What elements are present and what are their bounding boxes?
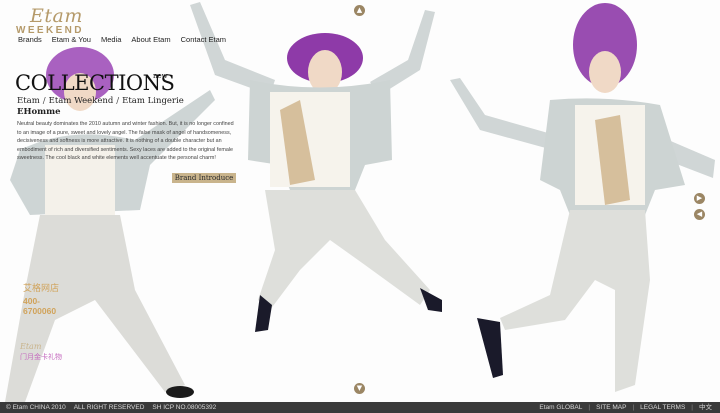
collection-sub-heading[interactable]: EHomme [17, 107, 61, 117]
nav-etam-and-you[interactable]: Etam & You [52, 35, 91, 44]
model-photo-center [180, 0, 450, 340]
footer-link-site-map[interactable]: SITE MAP [596, 402, 626, 413]
nav-about-etam[interactable]: About Etam [131, 35, 170, 44]
footer-link-legal-terms[interactable]: LEGAL TERMS [640, 402, 685, 413]
footer-rights: ALL RIGHT RESERVED [73, 404, 145, 411]
footer-link-etam-global[interactable]: Etam GLOBAL [539, 402, 582, 413]
campaign-stage: Etam WEEKEND Brands Etam & You Media Abo… [0, 0, 720, 402]
nav-brands[interactable]: Brands [18, 35, 42, 44]
online-store-phone: 400-6700060 [23, 296, 57, 316]
footer-link-chinese[interactable]: 中文 [699, 402, 712, 413]
prev-arrow-icon[interactable]: ◀ [694, 209, 705, 220]
scroll-up-arrow-icon[interactable]: ▲ [354, 5, 365, 16]
link-separator: / [42, 96, 46, 106]
collection-link-etam-lingerie[interactable]: Etam Lingerie [122, 96, 184, 106]
gift-card-link[interactable]: 门月金卡礼物 [20, 352, 62, 362]
footer-icp: SH ICP NO.08005392 [152, 404, 217, 411]
collections-title: COLLECTIONS [15, 71, 175, 95]
collection-link-etam[interactable]: Etam [17, 96, 40, 106]
nav-media[interactable]: Media [101, 35, 121, 44]
footer-copyright: © Etam CHINA 2010 [6, 404, 66, 411]
etam-weekend-logo[interactable]: Etam WEEKEND [16, 5, 84, 36]
etam-small-logo: Etam [20, 342, 42, 351]
online-store-title[interactable]: 艾格网店 [23, 281, 59, 294]
footer-divider: | [588, 404, 591, 411]
footer-divider: | [632, 404, 635, 411]
collection-link-etam-weekend[interactable]: Etam Weekend [49, 96, 114, 106]
nav-contact-etam[interactable]: Contact Etam [181, 35, 226, 44]
link-separator: / [116, 96, 120, 106]
footer-bar: © Etam CHINA 2010 ALL RIGHT RESERVED SH … [0, 402, 720, 413]
scroll-down-arrow-icon[interactable]: ▼ [354, 383, 365, 394]
next-arrow-icon[interactable]: ▶ [694, 193, 705, 204]
brand-introduce-button[interactable]: Brand Introduce [172, 173, 236, 183]
collection-links: Etam / Etam Weekend / Etam Lingerie [17, 96, 184, 106]
logo-script: Etam [30, 5, 83, 27]
main-nav: Brands Etam & You Media About Etam Conta… [18, 35, 226, 44]
model-photo-right [445, 0, 720, 402]
collection-description: Neutral beauty dominates the 2010 autumn… [17, 121, 234, 162]
new-tag: new [153, 72, 168, 80]
footer-divider: | [691, 404, 693, 411]
